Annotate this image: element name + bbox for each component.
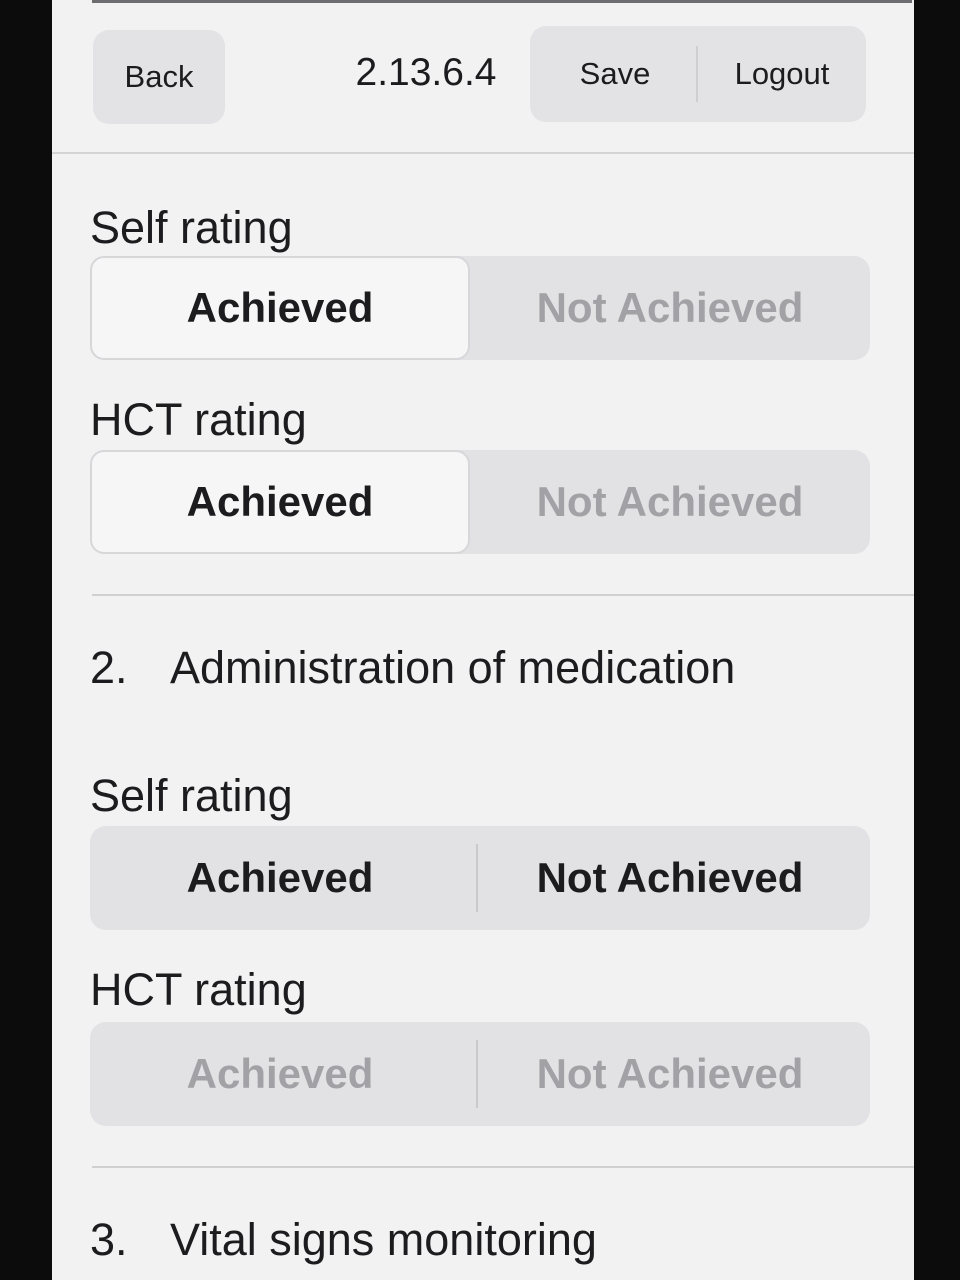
hct-rating-segmented-control: Achieved Not Achieved [90, 450, 870, 554]
save-button[interactable]: Save [540, 26, 690, 122]
hct-rating-not-achieved-option[interactable]: Not Achieved [470, 450, 870, 554]
section-divider [92, 594, 914, 596]
section-number: 2. [90, 642, 128, 693]
self-rating-label: Self rating [90, 770, 293, 821]
self-rating-achieved-option[interactable]: Achieved [90, 826, 470, 930]
header-actions: Save Logout [530, 26, 866, 122]
hct-rating-label: HCT rating [90, 964, 307, 1015]
section-heading: 3. Vital signs monitoring [90, 1212, 597, 1268]
action-divider [696, 46, 698, 102]
logout-button[interactable]: Logout [700, 26, 864, 122]
self-rating-not-achieved-option[interactable]: Not Achieved [470, 256, 870, 360]
header-divider [52, 152, 914, 154]
hct-rating-label: HCT rating [90, 394, 307, 445]
hct-rating-achieved-option[interactable]: Achieved [90, 450, 470, 554]
section-heading: 2. Administration of medication [90, 640, 735, 696]
hct-rating-not-achieved-option[interactable]: Not Achieved [470, 1022, 870, 1126]
version-label: 2.13.6.4 [355, 51, 497, 94]
hct-rating-segmented-control: Achieved Not Achieved [90, 1022, 870, 1126]
self-rating-segmented-control: Achieved Not Achieved [90, 256, 870, 360]
self-rating-achieved-option[interactable]: Achieved [90, 256, 470, 360]
top-edge-divider [92, 0, 912, 3]
section-title: Vital signs monitoring [170, 1214, 597, 1265]
self-rating-label: Self rating [90, 202, 293, 253]
self-rating-segmented-control: Achieved Not Achieved [90, 826, 870, 930]
self-rating-not-achieved-option[interactable]: Not Achieved [470, 826, 870, 930]
app-screen: Back 2.13.6.4 Save Logout Self rating Ac… [52, 0, 914, 1280]
section-number: 3. [90, 1214, 128, 1265]
section-divider [92, 1166, 914, 1168]
hct-rating-achieved-option[interactable]: Achieved [90, 1022, 470, 1126]
back-button[interactable]: Back [93, 30, 225, 124]
section-title: Administration of medication [170, 642, 736, 693]
